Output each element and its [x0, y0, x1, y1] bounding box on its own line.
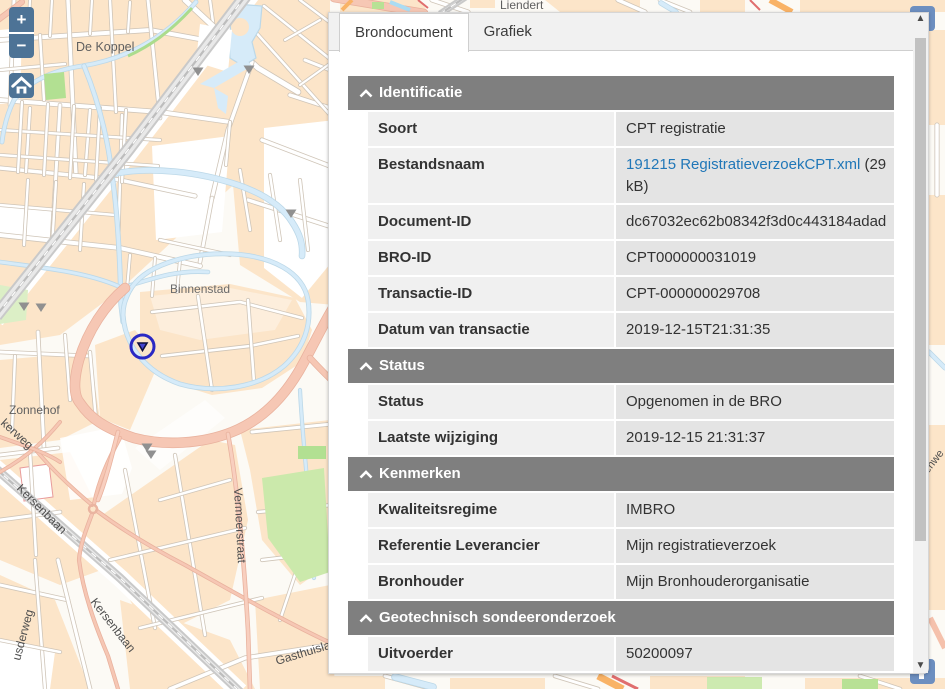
svg-text:Zonnehof: Zonnehof — [9, 403, 60, 417]
svg-text:De Koppel: De Koppel — [76, 40, 134, 54]
svg-text:Binnenstad: Binnenstad — [170, 282, 230, 296]
svg-text:Liendert: Liendert — [500, 0, 544, 12]
